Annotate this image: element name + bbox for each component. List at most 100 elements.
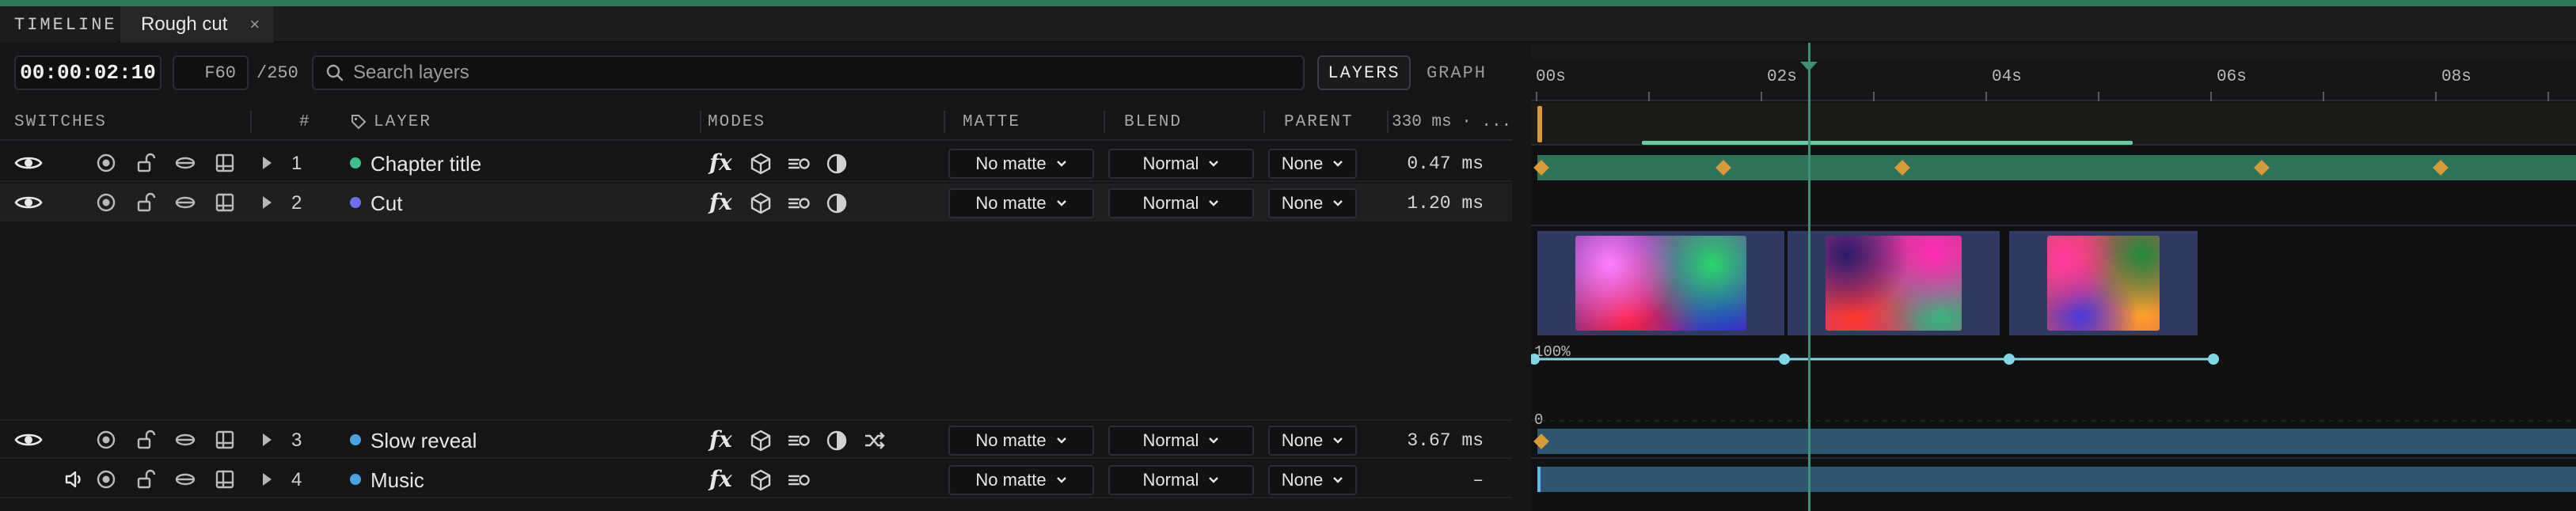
shy-icon[interactable] (174, 468, 196, 490)
solo-icon[interactable] (95, 468, 117, 490)
ruler-tick (1648, 92, 1650, 101)
chevron-down-icon (1056, 200, 1066, 206)
close-icon[interactable]: × (249, 14, 260, 35)
matte-select[interactable]: No matte (948, 188, 1094, 218)
panel-accent-line (0, 0, 2576, 6)
blend-select[interactable]: Normal (1108, 426, 1254, 456)
parent-select[interactable]: None (1268, 426, 1357, 456)
parent-select[interactable]: None (1268, 149, 1357, 179)
search-icon (326, 64, 344, 81)
graph-keyframe (2004, 354, 2015, 365)
blend-select[interactable]: Normal (1108, 149, 1254, 179)
tab-rough-cut[interactable]: Rough cut × (120, 6, 274, 43)
layer-color-label[interactable] (350, 474, 361, 485)
playhead[interactable] (1808, 43, 1810, 511)
expand-arrow-icon[interactable] (263, 196, 272, 209)
eye-icon[interactable] (14, 153, 43, 172)
matte-select[interactable]: No matte (948, 426, 1094, 456)
layer-row-4[interactable]: 4 Music fx No matte Normal None – (0, 460, 1512, 498)
layer-row-1[interactable]: 1 Chapter title fx No matte Normal None 0.47 m… (0, 144, 1512, 182)
layer-name[interactable]: Cut (370, 191, 402, 216)
clip[interactable] (1537, 231, 1784, 335)
parent-select[interactable]: None (1268, 465, 1357, 495)
collapse-icon[interactable] (214, 429, 236, 451)
shy-icon[interactable] (174, 429, 196, 451)
layer-row-3[interactable]: 3 Slow reveal fx No matte Normal None 3.67 ms (0, 421, 1512, 459)
motion-blur-icon[interactable] (787, 191, 811, 215)
solo-icon[interactable] (95, 152, 117, 174)
blend-select[interactable]: Normal (1108, 188, 1254, 218)
3d-cube-icon[interactable] (749, 429, 773, 452)
3d-cube-icon[interactable] (749, 191, 773, 215)
collapse-icon[interactable] (214, 152, 236, 174)
matte-select-value: No matte (975, 430, 1047, 450)
adjustment-icon[interactable] (825, 152, 849, 176)
fx-icon[interactable]: fx (709, 150, 732, 176)
clip[interactable] (1788, 231, 2000, 335)
timeline-area[interactable]: 00s 02s 04s 06s 08s 100% 0 (1531, 44, 2576, 511)
lock-icon[interactable] (135, 152, 157, 174)
layer-color-label[interactable] (350, 197, 361, 208)
search-input[interactable]: Search layers (312, 55, 1305, 90)
search-placeholder: Search layers (353, 62, 469, 83)
motion-blur-icon[interactable] (787, 429, 811, 452)
graph-view-button[interactable]: GRAPH (1419, 55, 1495, 90)
collapse-icon[interactable] (214, 468, 236, 490)
layer-name[interactable]: Music (370, 468, 424, 493)
time-ruler[interactable]: 00s 02s 04s 06s 08s (1531, 60, 2576, 101)
expand-arrow-icon[interactable] (263, 433, 272, 446)
solo-icon[interactable] (95, 429, 117, 451)
work-area-bar[interactable] (1531, 103, 2576, 146)
eye-icon[interactable] (14, 193, 43, 212)
parent-select[interactable]: None (1268, 188, 1357, 218)
chevron-down-icon (1333, 200, 1343, 206)
blend-select[interactable]: Normal (1108, 465, 1254, 495)
adjustment-icon[interactable] (825, 429, 849, 452)
frame-field[interactable]: F 60 (173, 55, 249, 90)
clip[interactable] (2009, 231, 2198, 335)
collapse-icon[interactable] (214, 191, 236, 214)
track-bar[interactable] (1537, 429, 2576, 454)
motion-blur-icon[interactable] (787, 468, 811, 492)
track-bar[interactable] (1537, 467, 2576, 492)
matte-select[interactable]: No matte (948, 465, 1094, 495)
motion-blur-icon[interactable] (787, 152, 811, 176)
adjustment-icon[interactable] (825, 191, 849, 215)
chevron-down-icon (1209, 437, 1219, 444)
solo-icon[interactable] (95, 191, 117, 214)
fx-icon[interactable]: fx (709, 189, 732, 215)
scroll-bar[interactable] (1531, 44, 2576, 60)
layer-color-label[interactable] (350, 434, 361, 445)
speaker-icon[interactable] (55, 470, 84, 489)
tag-icon (351, 115, 367, 130)
shy-icon[interactable] (174, 191, 196, 214)
timecode-field[interactable]: 00:00:02:10 (14, 55, 161, 90)
matte-select-value: No matte (975, 153, 1047, 173)
fx-icon[interactable]: fx (709, 426, 732, 452)
lock-icon[interactable] (135, 468, 157, 490)
layers-view-button[interactable]: LAYERS (1317, 55, 1411, 90)
3d-cube-icon[interactable] (749, 468, 773, 492)
ruler-tick (2098, 92, 2099, 101)
layer-name[interactable]: Slow reveal (370, 429, 477, 453)
3d-cube-icon[interactable] (749, 152, 773, 176)
ruler-tick (2323, 92, 2324, 101)
layer-name[interactable]: Chapter title (370, 152, 481, 176)
matte-select[interactable]: No matte (948, 149, 1094, 179)
fx-icon[interactable]: fx (709, 466, 732, 492)
track-bar[interactable] (1537, 155, 2576, 180)
expand-arrow-icon[interactable] (263, 473, 272, 486)
layer-color-label[interactable] (350, 157, 361, 168)
playhead-marker[interactable] (1800, 62, 1818, 71)
matte-select-value: No matte (975, 470, 1047, 490)
lock-icon[interactable] (135, 191, 157, 214)
shuffle-icon[interactable] (863, 429, 887, 452)
lock-icon[interactable] (135, 429, 157, 451)
chevron-down-icon (1209, 200, 1219, 206)
col-divider (944, 111, 945, 133)
shy-icon[interactable] (174, 152, 196, 174)
eye-icon[interactable] (14, 430, 43, 449)
work-area-start-handle[interactable] (1537, 106, 1542, 142)
expand-arrow-icon[interactable] (263, 157, 272, 169)
layer-row-2[interactable]: 2 Cut fx No matte Normal None 1.20 ms (0, 184, 1512, 221)
